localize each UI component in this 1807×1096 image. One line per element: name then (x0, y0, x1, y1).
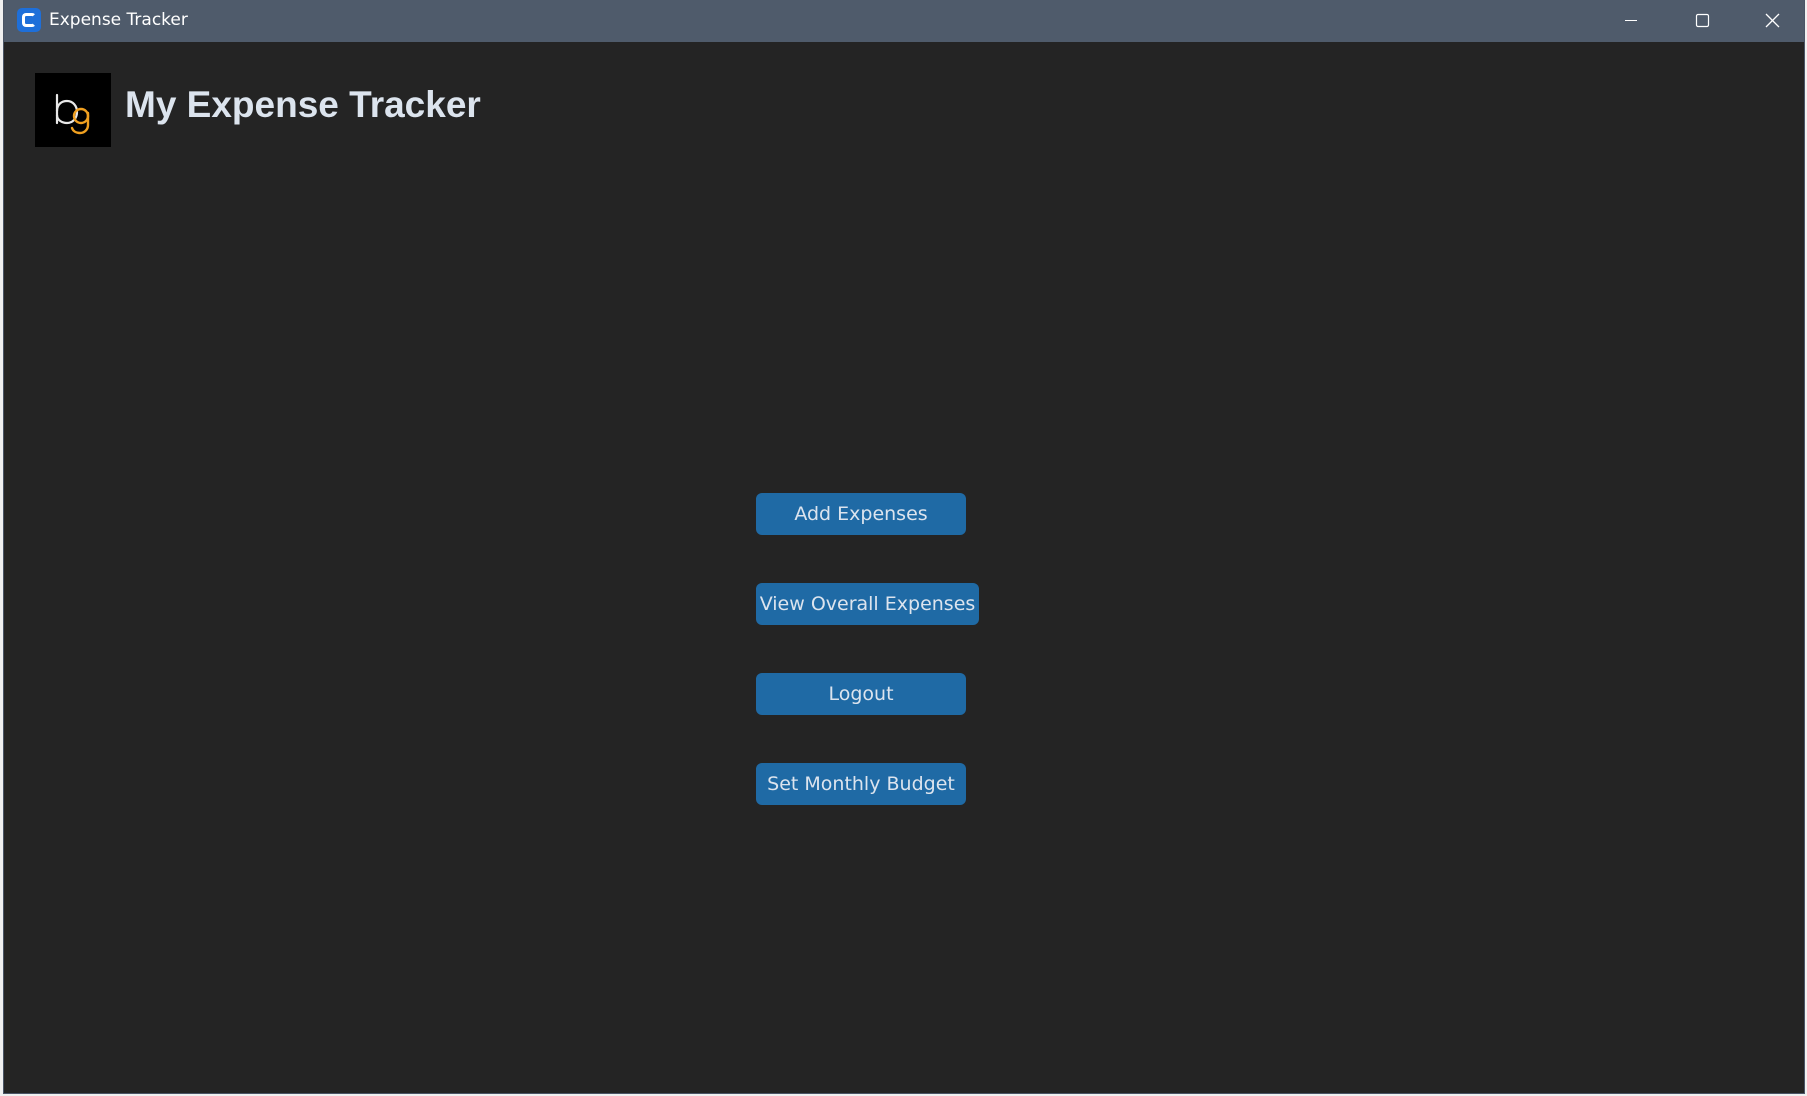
minimize-icon (1625, 20, 1637, 21)
logo-icon (55, 93, 90, 135)
brand-logo (35, 73, 111, 147)
close-button[interactable] (1736, 0, 1806, 42)
title-bar[interactable]: Expense Tracker (4, 0, 1804, 42)
close-icon (1765, 13, 1780, 28)
logout-button[interactable]: Logout (756, 673, 966, 715)
maximize-button[interactable] (1666, 0, 1736, 42)
window-title: Expense Tracker (49, 10, 188, 30)
minimize-button[interactable] (1596, 0, 1666, 42)
page-title: My Expense Tracker (125, 84, 481, 125)
app-icon (17, 8, 41, 32)
maximize-icon (1695, 13, 1710, 28)
set-monthly-budget-button[interactable]: Set Monthly Budget (756, 763, 966, 805)
app-window: Expense Tracker My Expense Tracker Add E… (3, 0, 1805, 1094)
add-expenses-button[interactable]: Add Expenses (756, 493, 966, 535)
view-overall-expenses-button[interactable]: View Overall Expenses (756, 583, 979, 625)
